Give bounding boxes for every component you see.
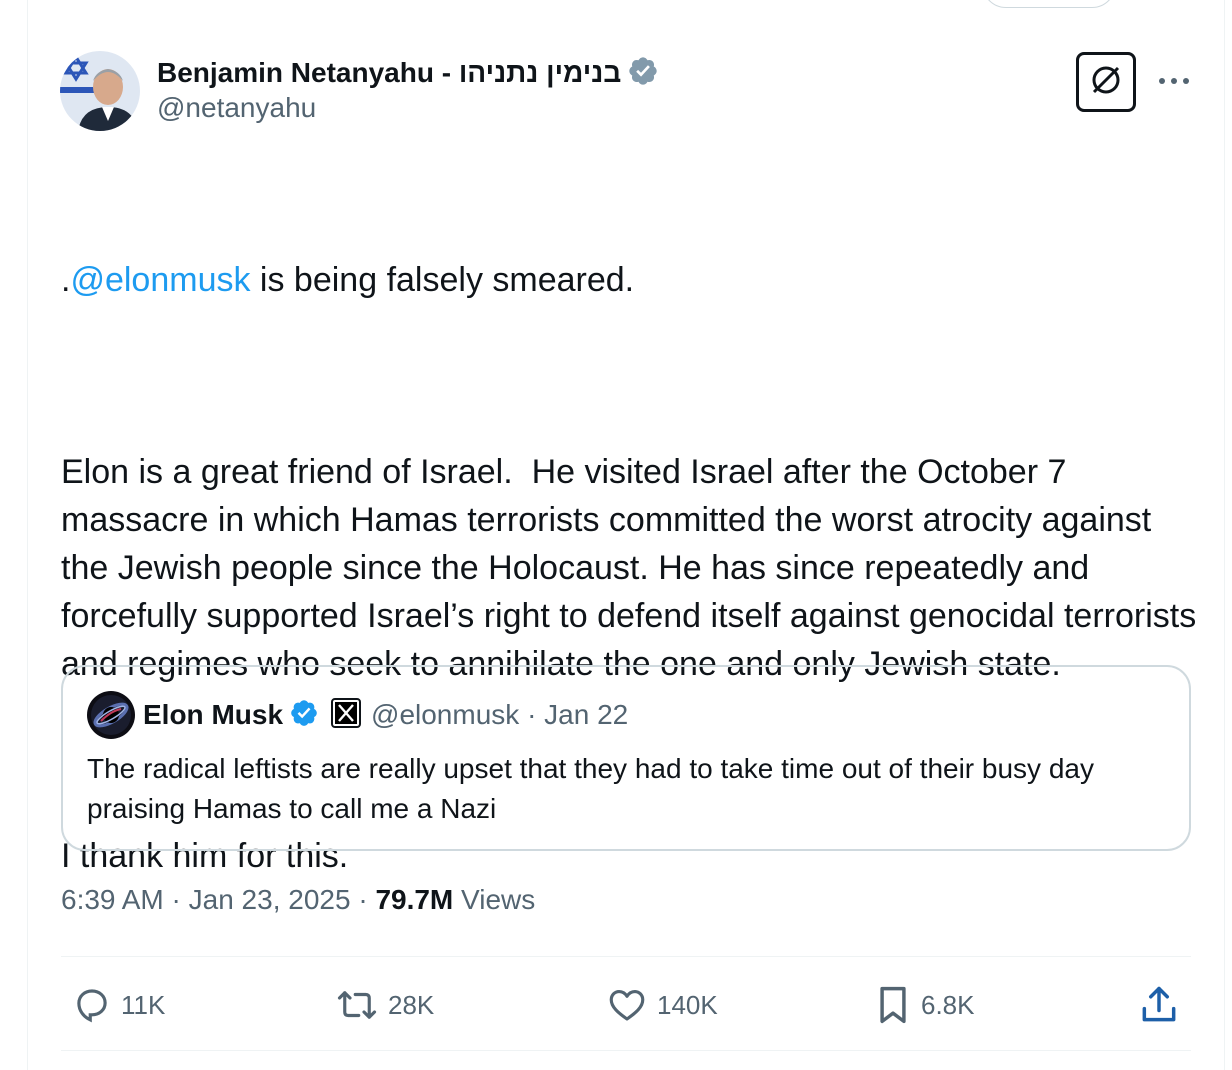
- more-icon: [1158, 72, 1190, 90]
- tweet-paragraph-2: Elon is a great friend of Israel. He vis…: [61, 453, 1206, 683]
- top-pill-button[interactable]: [982, 0, 1116, 8]
- tweet-date[interactable]: Jan 23, 2025: [189, 884, 351, 915]
- quoted-separator: ·: [527, 699, 537, 730]
- bookmark-count: 6.8K: [921, 989, 975, 1020]
- repost-button[interactable]: 28K: [334, 980, 434, 1030]
- timeline-border-right: [1224, 0, 1225, 1070]
- meta-separator: ·: [358, 884, 368, 915]
- action-bar: 11K 28K 140K 6.8K: [61, 980, 1191, 1030]
- tweet-text-rest: is being falsely smeared.: [250, 261, 635, 299]
- mention-link[interactable]: @elonmusk: [70, 261, 250, 299]
- quoted-author-handle: @elonmusk: [371, 699, 520, 730]
- like-count: 140K: [657, 989, 718, 1020]
- like-button[interactable]: 140K: [605, 980, 718, 1030]
- author-avatar[interactable]: [60, 51, 140, 131]
- quoted-author-avatar: [87, 691, 135, 739]
- quoted-tweet-text: The radical leftists are really upset th…: [87, 753, 1094, 824]
- divider-top: [61, 956, 1191, 957]
- meta-separator: ·: [171, 884, 181, 915]
- repost-icon: [334, 984, 380, 1026]
- tweet-meta: 6:39 AM · Jan 23, 2025 · 79.7M Views: [61, 884, 535, 916]
- verified-badge-icon: [627, 55, 659, 92]
- like-icon: [605, 984, 649, 1026]
- author-block[interactable]: Benjamin Netanyahu - בנימין נתניהו @neta…: [157, 56, 659, 124]
- share-icon: [1137, 983, 1181, 1027]
- reply-button[interactable]: 11K: [71, 980, 165, 1030]
- share-button[interactable]: [1137, 980, 1181, 1030]
- divider-bottom: [61, 1050, 1191, 1051]
- more-options-button[interactable]: [1156, 66, 1192, 96]
- tweet-time[interactable]: 6:39 AM: [61, 884, 164, 915]
- views-count: 79.7M: [375, 884, 454, 915]
- repost-count: 28K: [388, 989, 435, 1020]
- timeline-border-left: [27, 0, 28, 1070]
- bookmark-button[interactable]: 6.8K: [873, 980, 975, 1030]
- reply-count: 11K: [121, 989, 166, 1020]
- reply-icon: [71, 984, 113, 1026]
- author-handle[interactable]: @netanyahu: [157, 92, 659, 124]
- quoted-author-name: Elon Musk: [143, 699, 284, 730]
- quoted-tweet-header: Elon Musk @elonmusk · Jan 22: [87, 691, 628, 739]
- tweet-paragraph-1: .@elonmusk is being falsely smeared.: [61, 256, 1201, 304]
- views-label: Views: [461, 884, 536, 915]
- quoted-tweet-card[interactable]: Elon Musk @elonmusk · Jan 22 The radical…: [61, 665, 1191, 851]
- quoted-meta: @elonmusk · Jan 22: [371, 699, 628, 731]
- grok-button[interactable]: [1076, 52, 1136, 112]
- grok-icon: [1088, 62, 1124, 103]
- author-display-name[interactable]: Benjamin Netanyahu - בנימין נתניהו: [157, 57, 621, 89]
- verified-badge-icon: [289, 698, 319, 733]
- bookmark-icon: [873, 983, 913, 1027]
- x-logo-icon: [331, 697, 362, 733]
- quoted-date: Jan 22: [544, 699, 629, 730]
